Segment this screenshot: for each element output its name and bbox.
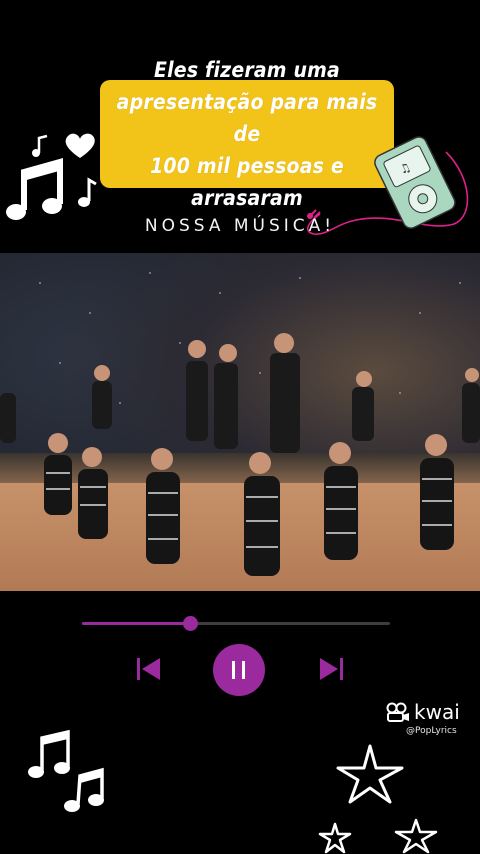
- video-frame[interactable]: [0, 253, 480, 591]
- music-notes-icon: [6, 133, 97, 220]
- kwai-logo-icon: [386, 702, 409, 722]
- star-icon: [336, 744, 404, 804]
- music-notes-icon: [28, 730, 104, 812]
- pause-icon: [232, 661, 245, 679]
- progress-fill: [82, 622, 190, 625]
- subtitle: NOSSA MÚSICA!: [144, 216, 336, 236]
- star-icon: [394, 818, 438, 854]
- creator-handle: @PopLyrics: [406, 726, 457, 736]
- dancers-illustration: [0, 272, 480, 576]
- kwai-brand: kwai: [414, 700, 460, 724]
- progress-knob[interactable]: [182, 616, 198, 631]
- skip-previous-icon[interactable]: [136, 656, 162, 682]
- star-icon: [318, 822, 352, 854]
- pause-button[interactable]: [213, 644, 265, 696]
- kwai-watermark: kwai: [386, 700, 460, 724]
- heart-icon: [65, 133, 95, 158]
- skip-next-icon[interactable]: [318, 656, 344, 682]
